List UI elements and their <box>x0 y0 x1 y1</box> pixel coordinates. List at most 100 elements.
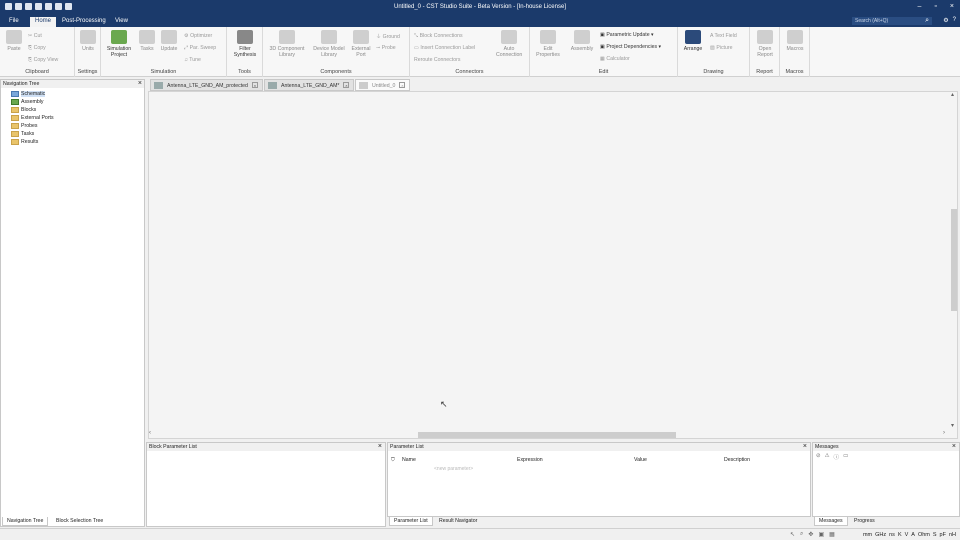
info-icon[interactable]: ⓘ <box>834 453 840 461</box>
column-value[interactable]: Value <box>634 457 647 463</box>
update-button[interactable]: Update <box>159 30 179 52</box>
filter-icon[interactable]: ⛉ <box>391 457 395 464</box>
column-description[interactable]: Description <box>724 457 750 463</box>
horizontal-scroll-thumb[interactable] <box>418 432 676 438</box>
assembly-button[interactable]: Assembly <box>568 30 596 52</box>
close-window-button[interactable]: × <box>950 3 954 10</box>
device-model-library-button[interactable]: Device Model Library <box>309 30 349 58</box>
maximize-button[interactable]: ▫ <box>934 3 936 10</box>
tab-home[interactable]: Home <box>30 17 57 27</box>
tab-block-selection-tree[interactable]: Block Selection Tree <box>52 517 107 526</box>
external-port-button[interactable]: External Port <box>349 30 373 58</box>
minimize-button[interactable]: – <box>918 3 922 10</box>
scroll-left-icon[interactable]: ‹ <box>149 430 151 436</box>
optimizer-button[interactable]: ⚙ Optimizer <box>184 33 212 39</box>
scroll-down-icon[interactable]: ▾ <box>951 422 954 429</box>
cut-button[interactable]: ✂ Cut <box>28 33 42 39</box>
settings-icon[interactable]: ⚙ <box>943 17 948 24</box>
horizontal-scrollbar[interactable]: ‹ › <box>148 430 950 439</box>
close-tab-icon[interactable]: × <box>399 82 406 88</box>
search-input[interactable]: Search (Alt+Q) <box>852 17 932 25</box>
tree-item-external-ports[interactable]: External Ports <box>11 114 54 121</box>
tab-file[interactable]: File <box>4 17 24 27</box>
project-icon <box>154 82 163 89</box>
text-field-button[interactable]: A Text Field <box>710 33 737 39</box>
tasks-button[interactable]: Tasks <box>137 30 157 52</box>
tree-item-probes[interactable]: Probes <box>11 122 37 129</box>
close-panel-icon[interactable]: × <box>378 443 382 450</box>
block-connections-button[interactable]: ⤡ Block Connections <box>414 33 463 40</box>
paste-icon <box>6 30 22 44</box>
scroll-right-icon[interactable]: › <box>943 430 945 436</box>
units-display[interactable]: mm GHz ns K V A Ohm S pF nH <box>863 532 956 538</box>
tune-button[interactable]: ♫ Tune <box>184 57 201 63</box>
macros-button[interactable]: Macros <box>782 30 808 52</box>
select-tool-icon[interactable]: ↖ <box>790 531 795 538</box>
scroll-up-icon[interactable]: ▴ <box>951 91 954 98</box>
navigation-tree-header: Navigation Tree × <box>1 80 144 88</box>
tab-progress[interactable]: Progress <box>850 517 879 526</box>
par-sweep-button[interactable]: ⤢ Par. Sweep <box>184 45 216 52</box>
project-dependencies-button[interactable]: ▣ Project Dependencies ▾ <box>600 44 661 50</box>
copy-button[interactable]: ⎘ Copy <box>28 45 46 52</box>
doc-tab-antenna-am[interactable]: Antenna_LTE_GND_AM* × <box>264 79 355 91</box>
tab-messages[interactable]: Messages <box>814 517 848 526</box>
column-name[interactable]: Name <box>402 457 416 463</box>
zoom-icon[interactable]: ⌕ <box>800 531 803 538</box>
clear-messages-icon[interactable]: ⊘ <box>816 453 821 461</box>
fit-view-icon[interactable]: ▣ <box>818 531 824 538</box>
parametric-update-button[interactable]: ▣ Parametric Update ▾ <box>600 32 654 38</box>
picture-button[interactable]: ▨ Picture <box>710 45 733 51</box>
search-icon[interactable]: ⌕ <box>925 17 929 25</box>
insert-connection-label-button[interactable]: ▭ Insert Connection Label <box>414 45 475 51</box>
help-icon[interactable]: ? <box>953 17 956 24</box>
copy-messages-icon[interactable]: ▭ <box>843 453 848 461</box>
tab-navigation-tree[interactable]: Navigation Tree <box>2 517 49 526</box>
pan-icon[interactable]: ✥ <box>808 531 813 538</box>
tab-result-navigator[interactable]: Result Navigator <box>435 517 481 526</box>
vertical-scrollbar[interactable]: ▴ ▾ <box>950 91 958 431</box>
probe-button[interactable]: ⊸ Probe <box>376 45 396 51</box>
folder-icon <box>11 122 19 129</box>
copy-view-button[interactable]: ⎘ Copy View <box>28 57 58 64</box>
parameter-list-header: Parameter List × <box>388 443 810 451</box>
close-tab-icon[interactable]: × <box>343 82 350 88</box>
calculator-button[interactable]: ▦ Calculator <box>600 56 630 62</box>
close-panel-icon[interactable]: × <box>952 443 956 450</box>
tab-parameter-list[interactable]: Parameter List <box>389 517 433 526</box>
tab-post-processing[interactable]: Post-Processing <box>57 17 111 27</box>
tree-item-tasks[interactable]: Tasks <box>11 130 34 137</box>
paste-button[interactable]: Paste <box>4 30 24 52</box>
close-panel-icon[interactable]: × <box>138 80 142 87</box>
arrange-button[interactable]: Arrange <box>680 30 706 52</box>
grid-icon[interactable]: ▦ <box>829 531 835 538</box>
new-parameter-row[interactable]: <new parameter> <box>434 466 473 472</box>
doc-tab-untitled[interactable]: Untitled_0 × <box>355 79 411 91</box>
warning-icon[interactable]: ⚠ <box>825 453 830 461</box>
folder-icon <box>11 106 19 113</box>
component-library-button[interactable]: 3D Component Library <box>265 30 309 58</box>
tree-item-blocks[interactable]: Blocks <box>11 106 36 113</box>
filter-synthesis-button[interactable]: Filter Synthesis <box>229 30 261 58</box>
reroute-connectors-button[interactable]: Reroute Connectors <box>414 57 460 63</box>
units-button[interactable]: Units <box>78 30 98 52</box>
tree-item-assembly[interactable]: Assembly <box>11 98 44 105</box>
open-report-button[interactable]: Open Report <box>752 30 778 58</box>
close-tab-icon[interactable]: × <box>251 82 258 88</box>
drawing-label: Drawing <box>703 69 724 75</box>
tab-view[interactable]: View <box>110 17 133 27</box>
tree-item-schematic[interactable]: Schematic <box>11 90 46 97</box>
vertical-scroll-thumb[interactable] <box>951 209 957 311</box>
tree-item-results[interactable]: Results <box>11 138 38 145</box>
ground-button[interactable]: ⏚ Ground <box>376 33 400 40</box>
close-panel-icon[interactable]: × <box>803 443 807 450</box>
column-expression[interactable]: Expression <box>517 457 543 463</box>
auto-connection-button[interactable]: Auto Connection <box>496 30 522 58</box>
edit-properties-button[interactable]: Edit Properties <box>534 30 562 58</box>
doc-tab-antenna-protected[interactable]: Antenna_LTE_GND_AM_protected × <box>150 79 263 91</box>
edit-group: Edit Properties Assembly ▣ Parametric Up… <box>530 27 678 77</box>
drawing-group: Arrange A Text Field ▨ Picture Drawing <box>678 27 750 77</box>
schematic-canvas[interactable] <box>148 91 958 439</box>
simulation-project-button[interactable]: Simulation Project <box>103 30 135 58</box>
clipboard-group: Paste ✂ Cut ⎘ Copy ⎘ Copy View Clipboard <box>0 27 75 77</box>
